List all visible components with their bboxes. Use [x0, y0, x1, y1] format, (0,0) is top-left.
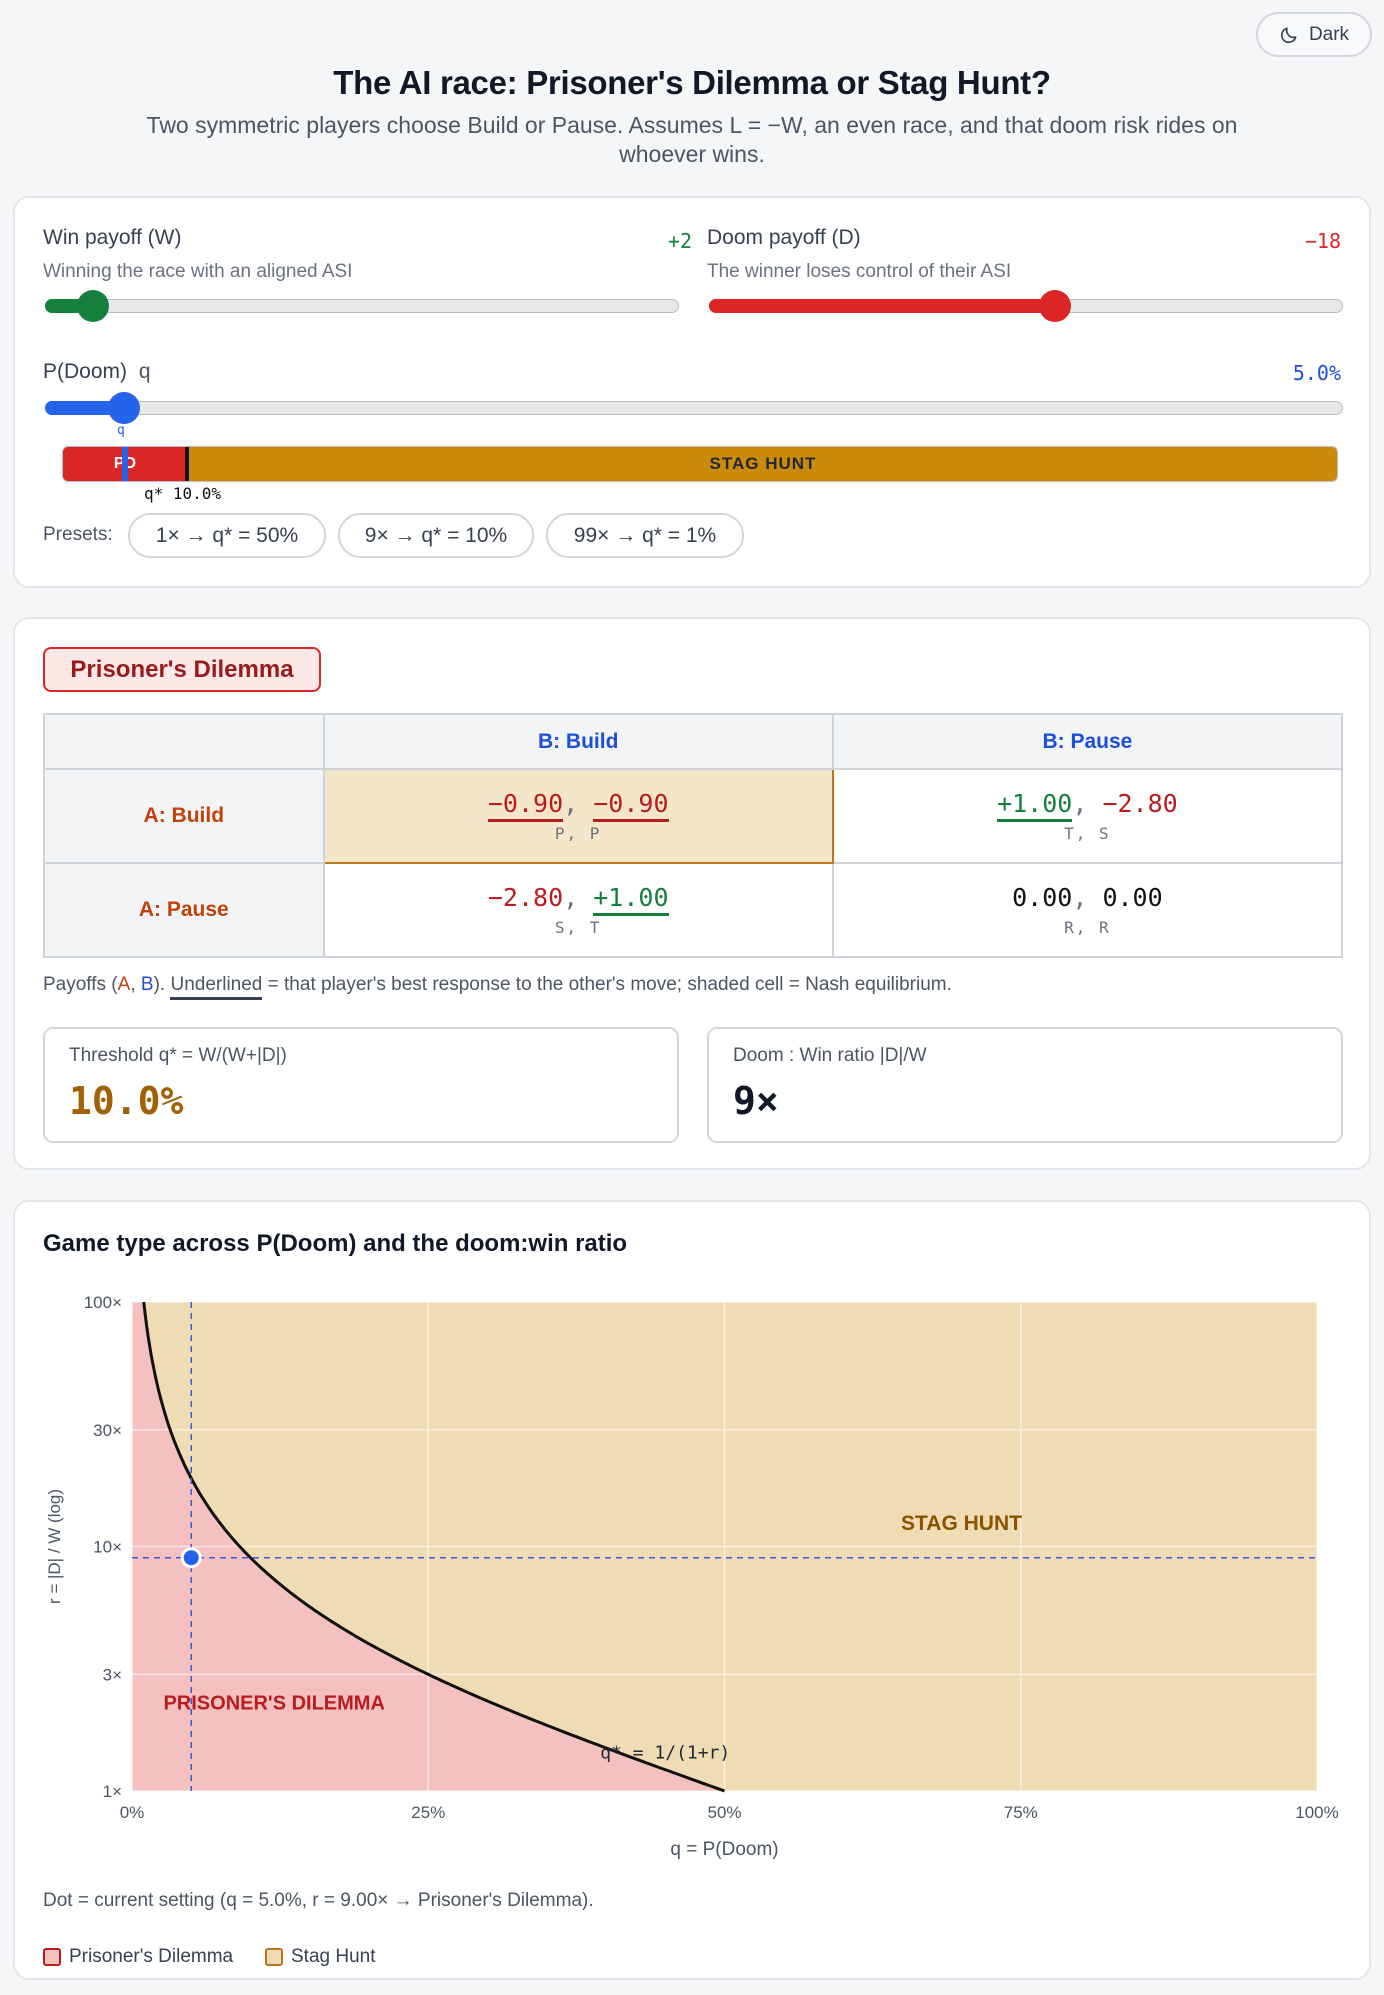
y-axis-label: r = |D| / W (log) [45, 1489, 64, 1604]
chart-caption: Dot = current setting (q = 5.0%, r = 9.0… [43, 1890, 594, 1911]
cell-build-build: −0.90, −0.90 P, P [322, 768, 834, 864]
note-prefix: Payoffs ( [43, 974, 118, 995]
payoff-b: +1.00 [593, 883, 669, 916]
payoff-b: −2.80 [1102, 789, 1178, 818]
stag-hunt-label: STAG HUNT [901, 1512, 1022, 1535]
preset-9x-button[interactable]: 9× → q* = 10% [338, 513, 534, 558]
payoff-tags: P, P [554, 824, 602, 843]
legend-swatch-pd [43, 1948, 61, 1966]
legend-swatch-sh [265, 1948, 283, 1966]
boundary-equation-label: q* = 1/(1+r) [600, 1743, 730, 1764]
preset-99x-button[interactable]: 99× → q* = 1% [546, 513, 744, 558]
regime-sh-label: STAG HUNT [709, 454, 817, 473]
dark-mode-toggle[interactable]: Dark [1256, 12, 1372, 57]
x-tick-label: 0% [120, 1803, 145, 1822]
win-payoff-slider[interactable] [45, 290, 679, 322]
x-tick-label: 50% [707, 1803, 741, 1822]
note-suffix: = that player's best response to the oth… [262, 974, 952, 995]
payoff-matrix: B: Build B: Pause A: Build −0.90, −0.90 … [43, 713, 1344, 958]
threshold-stat: Threshold q* = W/(W+|D|) 10.0% [43, 1027, 679, 1143]
payoff-a: −2.80 [487, 883, 564, 912]
payoff-tags: R, R [1064, 918, 1111, 937]
game-type-chart: 0% 25% 50% 75% 100% 1× 3× 10× 30× 100× q = P(Doom)… [45, 1293, 1339, 1860]
preset-1x-button[interactable]: 1× → q* = 50% [128, 513, 326, 558]
y-tick-label: 3× [103, 1665, 122, 1684]
moon-icon [1280, 27, 1297, 43]
win-payoff-description: Winning the race with an aligned ASI [43, 261, 353, 282]
controls-card: Win payoff (W) +2 Winning the race with … [13, 196, 1371, 588]
regime-sh-segment: STAG HUNT [187, 447, 1337, 481]
legend-item-pd: Prisoner's Dilemma [43, 1946, 233, 1968]
col-header-build: B: Build [322, 713, 834, 770]
payoff-b: 0.00 [1102, 883, 1163, 912]
doom-payoff-description: The winner loses control of their ASI [707, 261, 1012, 282]
prisoners-dilemma-label: PRISONER'S DILEMMA [163, 1693, 384, 1715]
chart-title: Game type across P(Doom) and the doom:wi… [43, 1230, 628, 1257]
page-title: The AI race: Prisoner's Dilemma or Stag … [333, 64, 1051, 101]
y-tick-label: 100× [84, 1293, 122, 1312]
pdoom-symbol: q [138, 360, 151, 383]
x-axis-label: q = P(Doom) [670, 1839, 778, 1860]
pdoom-label: P(Doom) q [43, 360, 151, 384]
pdoom-label-text: P(Doom) [43, 360, 128, 383]
presets-label: Presets: [43, 524, 113, 545]
note-b: B [140, 974, 154, 995]
win-slider-thumb[interactable] [77, 290, 109, 322]
threshold-stat-value: 10.0% [69, 1079, 184, 1123]
pdoom-slider[interactable] [45, 392, 1343, 424]
payoff-b: −0.90 [593, 789, 669, 822]
doom-payoff-slider[interactable] [709, 290, 1343, 322]
matrix-note: Payoffs (A, B). Underlined = that player… [43, 974, 952, 1000]
payoff-card: Prisoner's Dilemma B: Build B: Pause A: … [13, 617, 1371, 1170]
payoff-a: −0.90 [487, 789, 564, 822]
ratio-stat-value: 9× [733, 1079, 779, 1123]
note-sep: , [130, 974, 141, 995]
row-header-build: A: Build [43, 768, 325, 864]
payoff-a: +1.00 [997, 789, 1073, 822]
ratio-stat: Doom : Win ratio |D|/W 9× [707, 1027, 1343, 1143]
chart-card: Game type across P(Doom) and the doom:wi… [13, 1200, 1371, 1980]
pdoom-slider-thumb[interactable] [108, 392, 140, 424]
payoff-tags: T, S [1064, 824, 1111, 843]
q-marker [122, 447, 128, 481]
row-header-pause: A: Pause [43, 862, 325, 958]
pdoom-value: 5.0% [1292, 361, 1341, 385]
q-marker-label: q [117, 423, 125, 438]
legend-label-sh: Stag Hunt [291, 1946, 376, 1967]
x-tick-label: 25% [411, 1803, 445, 1822]
win-payoff-value: +2 [667, 229, 692, 253]
cell-pause-build: −2.80, +1.00 S, T [322, 862, 834, 958]
legend-item-sh: Stag Hunt [265, 1946, 376, 1968]
ratio-stat-label: Doom : Win ratio |D|/W [733, 1045, 927, 1066]
dark-mode-label: Dark [1308, 23, 1350, 45]
cell-build-pause: +1.00, −2.80 T, S [831, 768, 1344, 864]
col-header-pause: B: Pause [831, 713, 1344, 770]
note-a: A [117, 974, 131, 995]
doom-slider-thumb[interactable] [1039, 290, 1071, 322]
note-mid: ). [153, 974, 171, 995]
page-subtitle: Two symmetric players choose Build or Pa… [146, 112, 1238, 167]
current-point [180, 1547, 202, 1569]
x-tick-label: 100% [1295, 1803, 1338, 1822]
threshold-stat-label: Threshold q* = W/(W+|D|) [69, 1045, 287, 1066]
threshold-marker [185, 447, 189, 481]
cell-pause-pause: 0.00, 0.00 R, R [831, 862, 1344, 958]
regime-bar: PD STAG HUNT [62, 446, 1338, 482]
note-underlined: Underlined [170, 974, 263, 1000]
payoff-tags: S, T [554, 918, 602, 937]
doom-slider-fill [709, 299, 1057, 313]
matrix-corner [43, 713, 325, 770]
threshold-label: q* 10.0% [144, 484, 222, 503]
game-type-badge: Prisoner's Dilemma [43, 647, 321, 692]
doom-payoff-value: −18 [1304, 229, 1341, 253]
win-payoff-label: Win payoff (W) [43, 226, 182, 249]
y-tick-label: 1× [103, 1782, 122, 1801]
doom-payoff-label: Doom payoff (D) [707, 226, 861, 249]
y-tick-label: 30× [93, 1421, 122, 1440]
payoff-a: 0.00 [1012, 883, 1073, 912]
x-tick-label: 75% [1004, 1803, 1038, 1822]
y-tick-label: 10× [93, 1538, 122, 1557]
legend-label-pd: Prisoner's Dilemma [69, 1946, 234, 1967]
